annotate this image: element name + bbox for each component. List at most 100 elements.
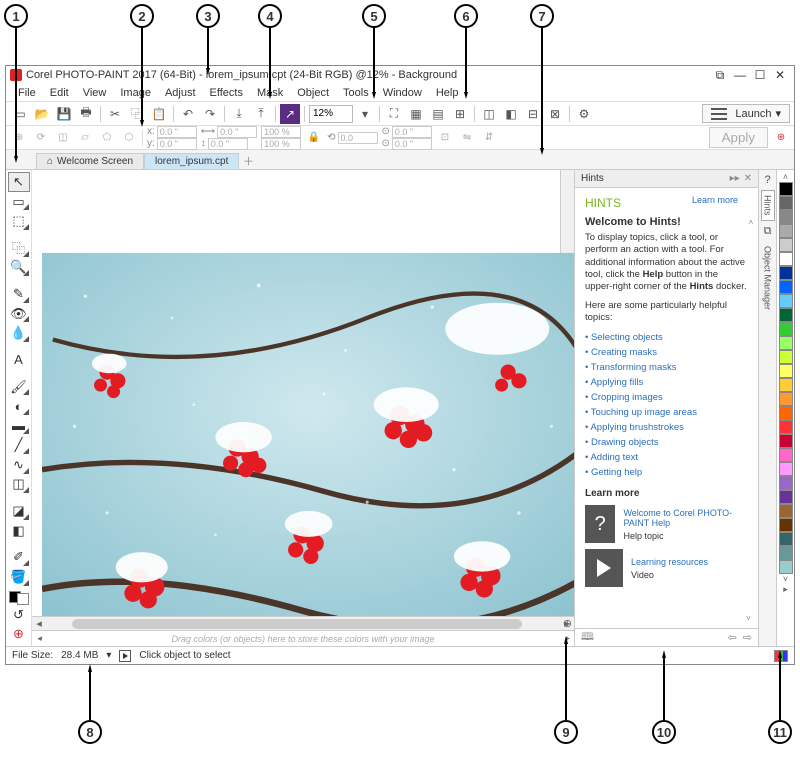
flip-h-icon[interactable]: ⇋ bbox=[458, 129, 476, 147]
close-button[interactable]: ✕ bbox=[770, 68, 790, 82]
flip-v-icon[interactable]: ⇵ bbox=[480, 129, 498, 147]
palette-swatch[interactable] bbox=[779, 462, 793, 476]
position-icon[interactable]: ⊕ bbox=[10, 129, 28, 147]
dropshadow-tool-icon[interactable]: ◪ bbox=[8, 501, 30, 521]
publish-icon[interactable]: ↗ bbox=[280, 104, 300, 124]
hints-forward-icon[interactable]: ⇨ bbox=[743, 631, 752, 644]
palette-swatch[interactable] bbox=[779, 266, 793, 280]
rotate-icon[interactable]: ⟳ bbox=[32, 129, 50, 147]
palette-swatch[interactable] bbox=[779, 196, 793, 210]
scrollbar-thumb[interactable] bbox=[72, 619, 522, 629]
menu-effects[interactable]: Effects bbox=[204, 86, 249, 100]
menu-tools[interactable]: Tools bbox=[337, 86, 375, 100]
palette-swatch[interactable] bbox=[779, 406, 793, 420]
palette-swatch[interactable] bbox=[779, 252, 793, 266]
palette-swatch[interactable] bbox=[779, 420, 793, 434]
print-icon[interactable]: 🖶 bbox=[76, 104, 96, 124]
menu-help[interactable]: Help bbox=[430, 86, 465, 100]
color-swatch[interactable] bbox=[9, 591, 29, 605]
grid-icon[interactable]: ▤ bbox=[428, 104, 448, 124]
height-input[interactable] bbox=[208, 138, 248, 150]
topic-link[interactable]: Touching up image areas bbox=[585, 405, 748, 420]
width-input[interactable] bbox=[217, 126, 257, 138]
menu-adjust[interactable]: Adjust bbox=[159, 86, 202, 100]
center-y-input[interactable] bbox=[392, 138, 432, 150]
toolbox-expand-icon[interactable]: ⊕ bbox=[8, 624, 30, 644]
remove-mask-icon[interactable]: ⊠ bbox=[545, 104, 565, 124]
scale-icon[interactable]: ◫ bbox=[54, 129, 72, 147]
palette-swatch[interactable] bbox=[779, 294, 793, 308]
status-dropdown-icon[interactable]: ▾ bbox=[106, 650, 111, 661]
horizontal-scrollbar[interactable]: ◂ ▸ ⊕ bbox=[32, 616, 574, 630]
red-eye-tool-icon[interactable]: 👁 bbox=[8, 304, 30, 324]
docker-close-icon[interactable]: ✕ bbox=[744, 173, 752, 184]
palette-swatch[interactable] bbox=[779, 238, 793, 252]
perspective-icon[interactable]: ⬡ bbox=[120, 129, 138, 147]
skew-icon[interactable]: ▱ bbox=[76, 129, 94, 147]
lock-ratio-icon[interactable]: 🔒 bbox=[305, 129, 323, 147]
hints-book-icon[interactable]: 🕮 bbox=[581, 628, 594, 647]
image-window[interactable] bbox=[32, 170, 574, 616]
palette-swatch[interactable] bbox=[779, 280, 793, 294]
menu-view[interactable]: View bbox=[77, 86, 113, 100]
rotation-input[interactable] bbox=[338, 132, 378, 144]
new-icon[interactable]: ▭ bbox=[10, 104, 30, 124]
topic-link[interactable]: Applying brushstrokes bbox=[585, 420, 748, 435]
docker-tab-object-manager[interactable]: Object Manager bbox=[762, 242, 774, 314]
palette-swatch[interactable] bbox=[779, 490, 793, 504]
docker-tab-hints[interactable]: Hints bbox=[761, 190, 775, 221]
add-tab-button[interactable]: ＋ bbox=[239, 153, 257, 169]
palette-swatch[interactable] bbox=[779, 322, 793, 336]
text-tool-icon[interactable]: A bbox=[8, 350, 30, 370]
scale-y-input[interactable] bbox=[261, 138, 301, 150]
hints-scrollbar[interactable]: ˄˅ bbox=[746, 218, 756, 624]
docker-collapse-icon[interactable]: ▸▸ bbox=[730, 173, 740, 184]
palette-left-icon[interactable]: ◂ bbox=[32, 633, 46, 644]
mask-rectangle-tool-icon[interactable]: ▭ bbox=[8, 192, 30, 212]
mask-transform-tool-icon[interactable]: ⬚ bbox=[8, 211, 30, 231]
topic-link[interactable]: Creating masks bbox=[585, 345, 748, 360]
palette-swatch[interactable] bbox=[779, 336, 793, 350]
object-manager-icon[interactable]: ⧉ bbox=[764, 225, 772, 238]
status-play-icon[interactable] bbox=[119, 650, 131, 662]
distort-icon[interactable]: ⬠ bbox=[98, 129, 116, 147]
save-icon[interactable]: 💾 bbox=[54, 104, 74, 124]
menu-object[interactable]: Object bbox=[291, 86, 335, 100]
palette-swatch[interactable] bbox=[779, 532, 793, 546]
help-icon[interactable]: ? bbox=[764, 174, 770, 186]
zoom-tool-icon[interactable]: 🔍 bbox=[8, 258, 30, 278]
menu-edit[interactable]: Edit bbox=[44, 86, 75, 100]
launch-button[interactable]: Launch ▾ bbox=[702, 104, 790, 123]
guidelines-icon[interactable]: ⊞ bbox=[450, 104, 470, 124]
apply-button[interactable]: Apply bbox=[709, 127, 768, 148]
clone-tool-icon[interactable]: ✎ bbox=[8, 284, 30, 304]
cut-icon[interactable]: ✂ bbox=[105, 104, 125, 124]
pos-x-input[interactable] bbox=[157, 126, 197, 138]
add-property-icon[interactable]: ⊕ bbox=[772, 129, 790, 147]
topic-link[interactable]: Adding text bbox=[585, 450, 748, 465]
palette-swatch[interactable] bbox=[779, 350, 793, 364]
crop-tool-icon[interactable]: ⿻ bbox=[8, 238, 30, 258]
palette-swatch[interactable] bbox=[779, 476, 793, 490]
fullscreen-icon[interactable]: ⛶ bbox=[384, 104, 404, 124]
palette-up-icon[interactable]: ˄ bbox=[783, 172, 788, 182]
relative-center-icon[interactable]: ⊡ bbox=[436, 129, 454, 147]
mask-overlay-icon[interactable]: ◫ bbox=[479, 104, 499, 124]
topic-link[interactable]: Transforming masks bbox=[585, 360, 748, 375]
redo-icon[interactable]: ↷ bbox=[200, 104, 220, 124]
eyedropper-tool-icon[interactable]: ✐ bbox=[8, 547, 30, 567]
navigator-icon[interactable]: ⊕ bbox=[563, 617, 572, 630]
topic-link[interactable]: Cropping images bbox=[585, 390, 748, 405]
reset-colors-icon[interactable]: ↺ bbox=[8, 605, 30, 625]
open-icon[interactable]: 📂 bbox=[32, 104, 52, 124]
center-x-input[interactable] bbox=[392, 126, 432, 138]
topic-link[interactable]: Drawing objects bbox=[585, 435, 748, 450]
undo-icon[interactable]: ↶ bbox=[178, 104, 198, 124]
minimize-button[interactable]: — bbox=[730, 68, 750, 82]
maximize-button[interactable]: ☐ bbox=[750, 68, 770, 82]
palette-swatch[interactable] bbox=[779, 210, 793, 224]
export-icon[interactable]: ⤒ bbox=[251, 104, 271, 124]
scale-x-input[interactable] bbox=[261, 126, 301, 138]
palette-swatch[interactable] bbox=[779, 182, 793, 196]
paint-tool-icon[interactable]: 🖌 bbox=[8, 377, 30, 397]
